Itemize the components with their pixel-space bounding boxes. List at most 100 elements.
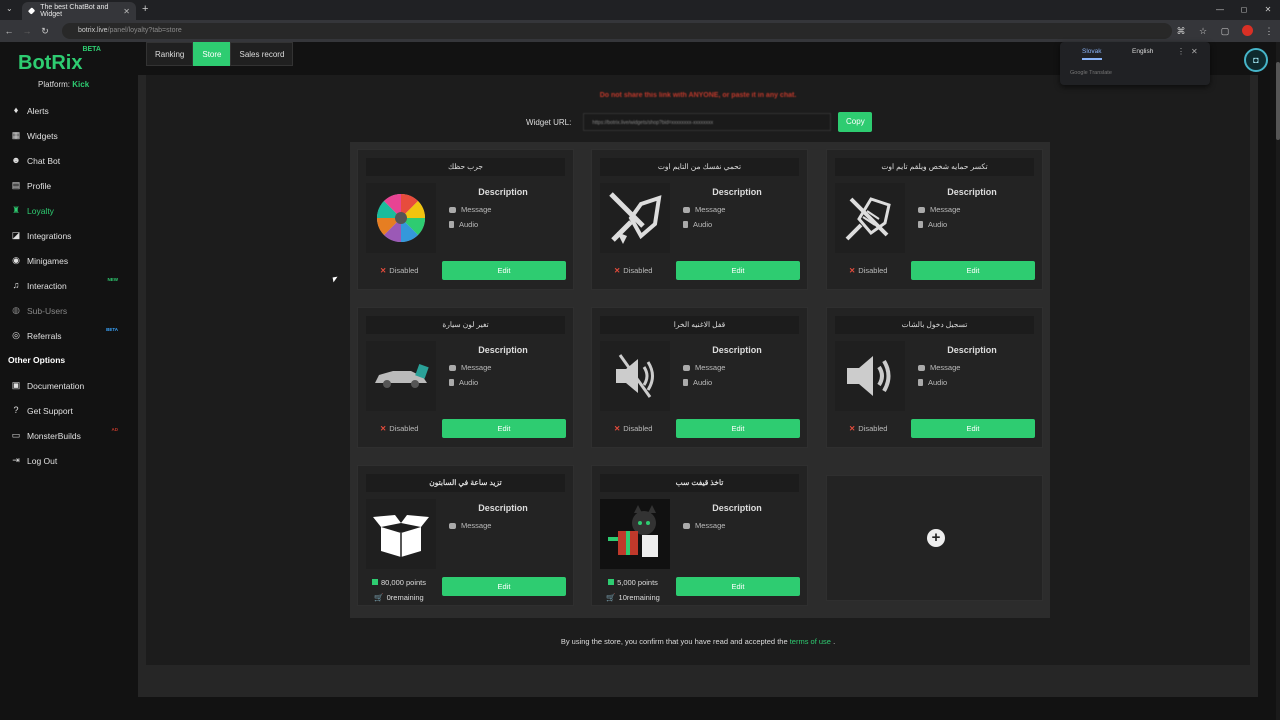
terms-of-use-link[interactable]: terms of use	[790, 637, 831, 646]
trophy-icon: ♜	[11, 205, 21, 215]
sidebar-item-chat-bot[interactable]: ☻ Chat Bot	[0, 148, 128, 173]
store-content: Do not share this link with ANYONE, or p…	[146, 75, 1250, 665]
message-label: Message	[930, 205, 961, 214]
widget-url-field[interactable]: https://botrix.live/widgets/shop?bid=xxx…	[583, 113, 832, 131]
browser-tab[interactable]: The best ChatBot and Widget ✕	[22, 2, 136, 20]
tab-store[interactable]: Store	[193, 42, 231, 66]
cart-icon: 🛒	[374, 593, 384, 602]
close-window-icon[interactable]: ✕	[1256, 0, 1280, 20]
sidebar-item-widgets[interactable]: ▦ Widgets	[0, 123, 128, 148]
sidebar-item-profile[interactable]: ▤ Profile	[0, 173, 128, 198]
sidebar-item-alerts[interactable]: ♦ Alerts	[0, 98, 128, 123]
browser-menu-icon[interactable]: ⋮	[1258, 26, 1280, 37]
item-description: Description Message Audio	[677, 183, 797, 253]
x-icon: ✕	[380, 424, 387, 433]
edit-button[interactable]: Edit	[676, 577, 800, 596]
message-icon	[683, 206, 690, 213]
sidebar-item-sub-users[interactable]: ◍ Sub-Users	[0, 298, 128, 323]
logo-text: BotRix	[18, 52, 83, 74]
music-icon: ♫	[12, 280, 20, 290]
message-icon	[449, 206, 456, 213]
section-title-other-options: Other Options	[8, 355, 66, 365]
description-heading: Description	[478, 187, 528, 197]
botrix-bot-icon[interactable]: ◘	[1244, 48, 1268, 72]
footer-text: By using the store, you confirm that you…	[560, 637, 788, 646]
minimize-icon[interactable]: —	[1208, 0, 1232, 20]
points-cost: 5,000 points	[592, 578, 674, 587]
sidebar-item-interaction[interactable]: ♫ Interaction NEW	[0, 273, 128, 298]
logo[interactable]: BotRixBETA	[18, 46, 101, 75]
extensions-icon[interactable]: ▢	[1214, 26, 1236, 37]
translate-option-english[interactable]: English	[1132, 48, 1153, 55]
x-icon: ✕	[380, 266, 387, 275]
translate-icon[interactable]: ⌘	[1170, 26, 1192, 37]
description-heading: Description	[478, 503, 528, 513]
url-field[interactable]: botrix.live/panel/loyalty?tab=store	[62, 23, 1172, 39]
main-panel: Ranking Store Sales record Do not share …	[138, 42, 1258, 697]
plus-icon[interactable]: +	[927, 529, 945, 547]
browser-tab-title: The best ChatBot and Widget	[40, 4, 109, 18]
warning-text: Do not share this link with ANYONE, or p…	[599, 92, 797, 99]
status-badge: ✕ Disabled	[380, 266, 418, 275]
sidebar-item-label: Referrals	[27, 330, 62, 341]
scrollbar-thumb[interactable]	[1276, 62, 1280, 140]
tab-search-icon[interactable]: ⌄	[6, 4, 13, 13]
question-icon: ?	[13, 405, 19, 415]
sidebar-item-minigames[interactable]: ◉ Minigames	[0, 248, 128, 273]
message-row: Message	[449, 521, 563, 530]
edit-button[interactable]: Edit	[442, 419, 566, 438]
audio-label: Audio	[693, 220, 713, 229]
sidebar-item-log-out[interactable]: ⇥ Log Out	[0, 448, 128, 473]
audio-row: Audio	[918, 220, 1032, 229]
sidebar-item-integrations[interactable]: ◪ Integrations	[0, 223, 128, 248]
maximize-icon[interactable]: ◻	[1232, 0, 1256, 20]
scrollbar[interactable]	[1276, 42, 1280, 720]
close-icon[interactable]: ✕	[1191, 47, 1198, 56]
points-value: 80,000 points	[380, 578, 427, 587]
status-text: Disabled	[858, 424, 888, 433]
audio-label: Audio	[693, 378, 713, 387]
back-icon[interactable]: ←	[0, 26, 18, 36]
file-icon	[918, 221, 923, 228]
add-item-card[interactable]: +	[826, 475, 1043, 601]
item-image-car	[366, 341, 436, 411]
edit-button[interactable]: Edit	[676, 261, 800, 280]
audio-row: Audio	[449, 220, 563, 229]
more-options-icon[interactable]: ⋮	[1177, 47, 1185, 56]
message-icon	[918, 206, 925, 213]
edit-button[interactable]: Edit	[911, 261, 1035, 280]
audio-label: Audio	[928, 220, 948, 229]
sidebar-item-documentation[interactable]: ▣ Documentation	[0, 373, 128, 398]
tab-sales-record[interactable]: Sales record	[230, 42, 294, 66]
message-label: Message	[695, 205, 726, 214]
sidebar-item-monsterbuilds[interactable]: ▭ MonsterBuilds AD	[0, 423, 128, 448]
item-title: قفل الاغنيه الخرا	[600, 316, 799, 334]
translate-option-slovak[interactable]: Slovak	[1082, 48, 1102, 60]
forward-icon[interactable]: →	[18, 26, 36, 36]
item-image-shield	[600, 183, 670, 253]
tab-ranking[interactable]: Ranking	[146, 42, 194, 66]
platform-indicator: Platform: Kick	[38, 80, 89, 89]
sidebar-item-loyalty[interactable]: ♜ Loyalty	[0, 198, 128, 223]
sidebar-item-get-support[interactable]: ? Get Support	[0, 398, 128, 423]
store-item-card: تغير لون سيارة Description Message Audio…	[357, 307, 574, 448]
reload-icon[interactable]: ↻	[36, 26, 54, 37]
edit-button[interactable]: Edit	[911, 419, 1035, 438]
sidebar-item-referrals[interactable]: ◎ Referrals BETA	[0, 323, 128, 348]
edit-button[interactable]: Edit	[676, 419, 800, 438]
integrations-icon: ◪	[11, 230, 21, 240]
edit-button[interactable]: Edit	[442, 261, 566, 280]
close-tab-icon[interactable]: ✕	[123, 7, 130, 16]
star-icon[interactable]: ☆	[1192, 26, 1214, 37]
new-tab-icon[interactable]: +	[142, 3, 148, 15]
file-icon	[683, 221, 688, 228]
profile-avatar-icon[interactable]	[1236, 24, 1258, 38]
address-bar-row: ← → ↻ botrix.live/panel/loyalty?tab=stor…	[0, 20, 1280, 42]
copy-button[interactable]: Copy	[838, 112, 873, 132]
grid-icon: ▦	[11, 130, 21, 140]
message-row: Message	[449, 363, 563, 372]
edit-button[interactable]: Edit	[442, 577, 566, 596]
item-description: Description Message Audio	[677, 341, 797, 411]
store-item-card: تسجيل دخول بالشات Description Message Au…	[826, 307, 1043, 448]
new-badge: NEW	[107, 277, 119, 282]
